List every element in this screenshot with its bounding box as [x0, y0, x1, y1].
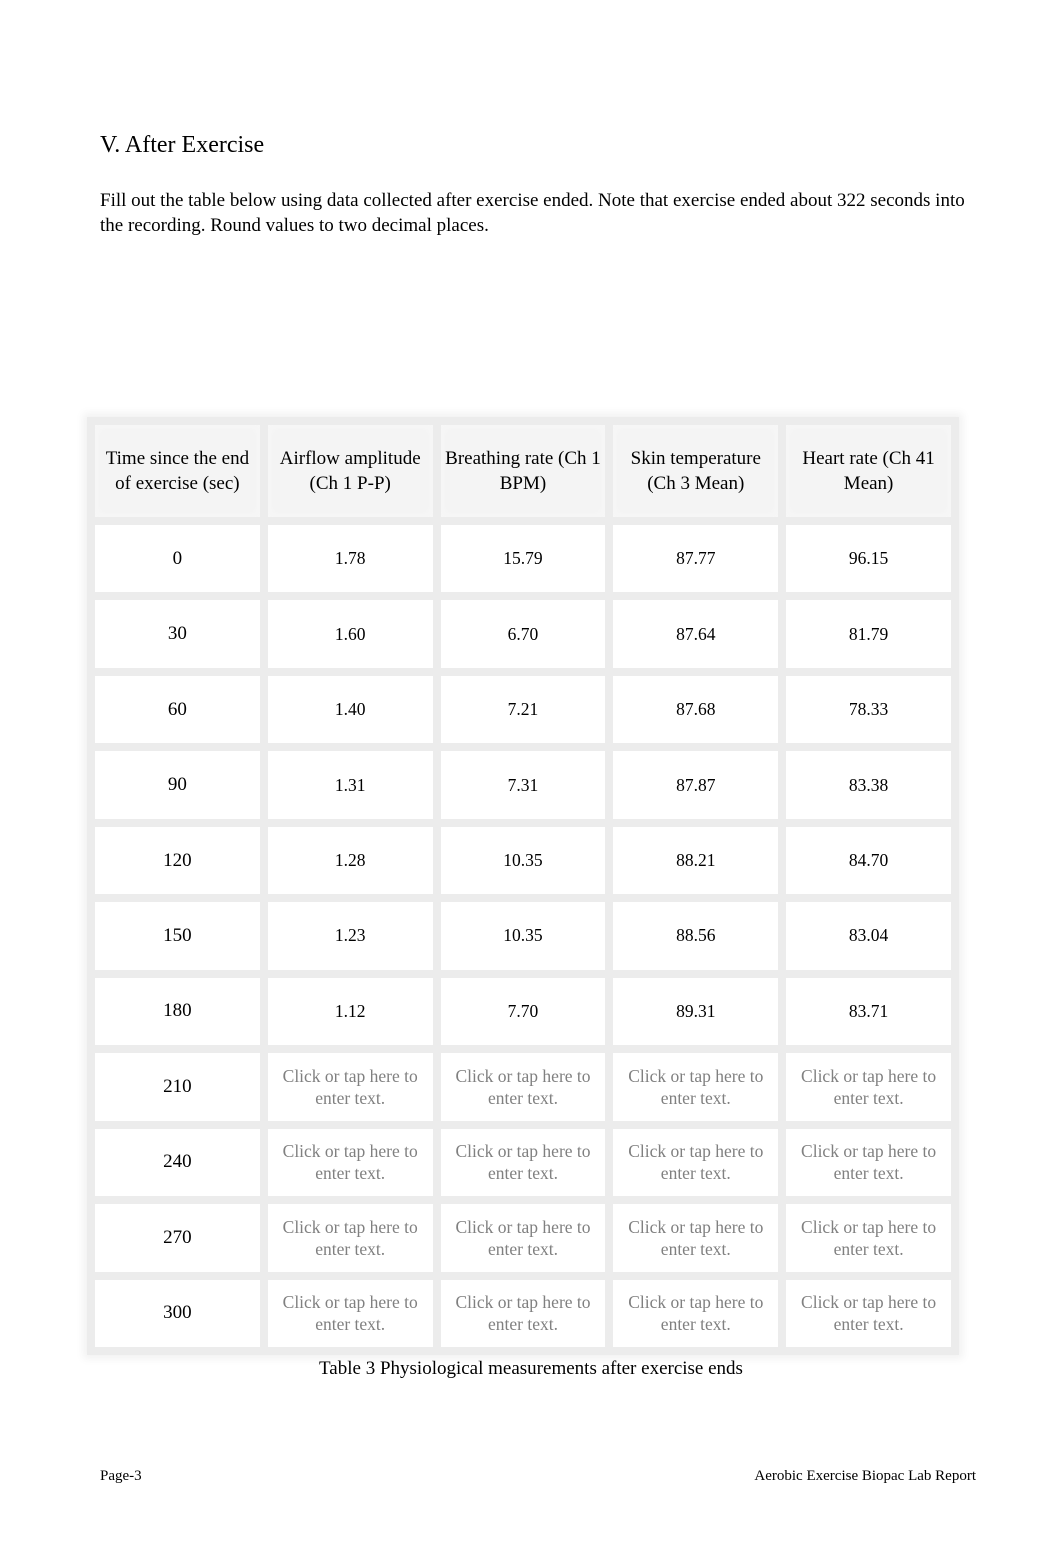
footer-page-number: Page-3	[100, 1468, 142, 1484]
cell-skin-temperature-input[interactable]: Click or tap here to enter text.	[613, 1128, 779, 1197]
cell-airflow[interactable]: 1.12	[267, 977, 433, 1046]
cell-breathing-rate[interactable]: 7.70	[440, 977, 606, 1046]
section-heading: V. After Exercise	[100, 132, 265, 158]
cell-skin-temperature[interactable]: 87.64	[613, 600, 779, 668]
cell-time: 210	[95, 1053, 260, 1121]
header-airflow: Airflow amplitude (Ch 1 P-P)	[267, 425, 433, 517]
header-heart-rate: Heart rate (Ch 41 Mean)	[786, 425, 951, 517]
header-time: Time since the end of exercise (sec)	[95, 425, 260, 517]
cell-airflow-input[interactable]: Click or tap here to enter text.	[267, 1204, 433, 1272]
cell-airflow[interactable]: 1.40	[267, 675, 433, 744]
cell-skin-temperature[interactable]: 89.31	[613, 977, 779, 1046]
table-row: 150 1.23 10.35 88.56 83.04	[95, 902, 951, 970]
cell-breathing-rate-input[interactable]: Click or tap here to enter text.	[440, 1053, 606, 1121]
cell-airflow[interactable]: 1.23	[267, 902, 433, 970]
cell-heart-rate-input[interactable]: Click or tap here to enter text.	[786, 1204, 951, 1272]
cell-airflow-input[interactable]: Click or tap here to enter text.	[267, 1279, 433, 1347]
table-row: 300 Click or tap here to enter text. Click…	[95, 1279, 951, 1347]
cell-airflow[interactable]: 1.78	[267, 525, 433, 593]
cell-heart-rate[interactable]: 96.15	[786, 525, 951, 593]
cell-breathing-rate-input[interactable]: Click or tap here to enter text.	[440, 1204, 606, 1272]
cell-airflow[interactable]: 1.60	[267, 600, 433, 668]
cell-airflow[interactable]: 1.28	[267, 826, 433, 895]
instructions-paragraph: Fill out the table below using data coll…	[100, 190, 965, 236]
cell-breathing-rate[interactable]: 7.21	[440, 675, 606, 744]
cell-heart-rate-input[interactable]: Click or tap here to enter text.	[786, 1128, 951, 1197]
cell-heart-rate-input[interactable]: Click or tap here to enter text.	[786, 1053, 951, 1121]
cell-airflow-input[interactable]: Click or tap here to enter text.	[267, 1128, 433, 1197]
cell-heart-rate[interactable]: 83.04	[786, 902, 951, 970]
footer-document-title: Aerobic Exercise Biopac Lab Report	[754, 1468, 976, 1484]
cell-airflow-input[interactable]: Click or tap here to enter text.	[267, 1053, 433, 1121]
cell-skin-temperature[interactable]: 88.56	[613, 902, 779, 970]
cell-breathing-rate-input[interactable]: Click or tap here to enter text.	[440, 1128, 606, 1197]
cell-heart-rate[interactable]: 83.38	[786, 751, 951, 819]
measurements-table-container: Time since the end of exercise (sec) Air…	[87, 417, 959, 1355]
cell-heart-rate-input[interactable]: Click or tap here to enter text.	[786, 1279, 951, 1347]
table-row: 180 1.12 7.70 89.31 83.71	[95, 977, 951, 1046]
cell-time: 150	[95, 902, 260, 970]
cell-heart-rate[interactable]: 84.70	[786, 826, 951, 895]
table-row: 120 1.28 10.35 88.21 84.70	[95, 826, 951, 895]
cell-skin-temperature[interactable]: 87.77	[613, 525, 779, 593]
cell-skin-temperature-input[interactable]: Click or tap here to enter text.	[613, 1279, 779, 1347]
cell-time: 120	[95, 826, 260, 895]
header-skin-temperature: Skin temperature (Ch 3 Mean)	[613, 425, 779, 517]
table-body: 0 1.78 15.79 87.77 96.15 30 1.60 6.70 87.64 81.79…	[95, 525, 951, 1347]
cell-breathing-rate[interactable]: 6.70	[440, 600, 606, 668]
table-caption: Table 3 Physiological measurements after…	[319, 1358, 743, 1379]
cell-skin-temperature-input[interactable]: Click or tap here to enter text.	[613, 1053, 779, 1121]
table-row: 90 1.31 7.31 87.87 83.38	[95, 751, 951, 819]
cell-breathing-rate[interactable]: 7.31	[440, 751, 606, 819]
table-row: 60 1.40 7.21 87.68 78.33	[95, 675, 951, 744]
cell-heart-rate[interactable]: 83.71	[786, 977, 951, 1046]
cell-skin-temperature-input[interactable]: Click or tap here to enter text.	[613, 1204, 779, 1272]
measurements-table: Time since the end of exercise (sec) Air…	[87, 417, 959, 1355]
table-row: 0 1.78 15.79 87.77 96.15	[95, 525, 951, 593]
cell-time: 60	[95, 675, 260, 744]
cell-time: 300	[95, 1279, 260, 1347]
cell-skin-temperature[interactable]: 87.68	[613, 675, 779, 744]
cell-time: 270	[95, 1204, 260, 1272]
cell-breathing-rate[interactable]: 15.79	[440, 525, 606, 593]
cell-time: 90	[95, 751, 260, 819]
cell-skin-temperature[interactable]: 87.87	[613, 751, 779, 819]
cell-skin-temperature[interactable]: 88.21	[613, 826, 779, 895]
cell-heart-rate[interactable]: 78.33	[786, 675, 951, 744]
cell-breathing-rate[interactable]: 10.35	[440, 902, 606, 970]
table-row: 240 Click or tap here to enter text. Click…	[95, 1128, 951, 1197]
cell-breathing-rate[interactable]: 10.35	[440, 826, 606, 895]
cell-airflow[interactable]: 1.31	[267, 751, 433, 819]
table-row: 270 Click or tap here to enter text. Click…	[95, 1204, 951, 1272]
cell-breathing-rate-input[interactable]: Click or tap here to enter text.	[440, 1279, 606, 1347]
cell-time: 240	[95, 1128, 260, 1197]
cell-heart-rate[interactable]: 81.79	[786, 600, 951, 668]
table-row: 30 1.60 6.70 87.64 81.79	[95, 600, 951, 668]
table-header-row: Time since the end of exercise (sec) Air…	[95, 425, 951, 517]
cell-time: 0	[95, 525, 260, 593]
cell-time: 180	[95, 977, 260, 1046]
header-breathing-rate: Breathing rate (Ch 1 BPM)	[440, 425, 606, 517]
table-row: 210 Click or tap here to enter text. Click…	[95, 1053, 951, 1121]
cell-time: 30	[95, 600, 260, 668]
